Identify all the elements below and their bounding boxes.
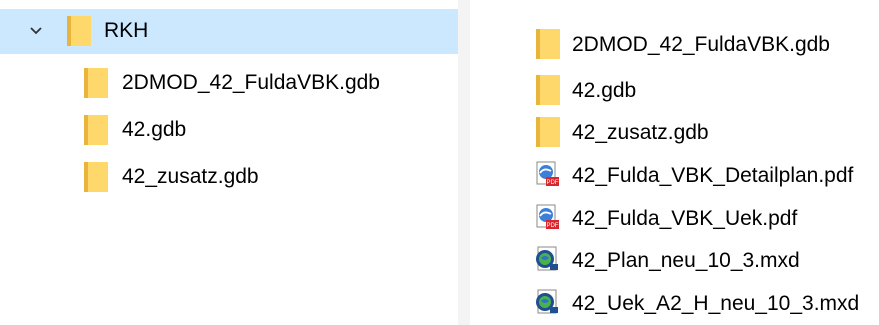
file-item-uek-mxd[interactable]: 42_Uek_A2_H_neu_10_3.mxd <box>470 285 879 320</box>
chevron-down-icon[interactable] <box>29 25 43 37</box>
folder-icon <box>84 115 108 145</box>
mxd-icon <box>536 289 558 314</box>
pane-divider[interactable] <box>458 0 470 325</box>
folder-icon <box>84 162 108 192</box>
file-item-2dmod-gdb[interactable]: 2DMOD_42_FuldaVBK.gdb <box>470 26 879 61</box>
file-item-detailplan-pdf[interactable]: PDF 42_Fulda_VBK_Detailplan.pdf <box>470 157 879 192</box>
file-name: 42_Plan_neu_10_3.mxd <box>572 249 800 272</box>
file-item-42-gdb[interactable]: 42.gdb <box>470 72 879 107</box>
tree-item-label: 2DMOD_42_FuldaVBK.gdb <box>122 71 380 94</box>
file-name: 2DMOD_42_FuldaVBK.gdb <box>572 33 830 56</box>
folder-icon <box>536 75 560 105</box>
tree-item-label: RKH <box>104 19 149 42</box>
folder-icon <box>84 68 108 98</box>
file-name: 42_Uek_A2_H_neu_10_3.mxd <box>572 292 860 315</box>
file-name: 42.gdb <box>572 79 637 102</box>
navigation-pane: RKH 2DMOD_42_FuldaVBK.gdb 42.gdb 42_zusa… <box>0 0 458 325</box>
file-name: 42_Fulda_VBK_Detailplan.pdf <box>572 164 854 187</box>
tree-item-2dmod[interactable]: 2DMOD_42_FuldaVBK.gdb <box>0 60 458 105</box>
file-item-42-zusatz-gdb[interactable]: 42_zusatz.gdb <box>470 114 879 149</box>
pdf-icon: PDF <box>536 204 559 229</box>
file-item-uek-pdf[interactable]: PDF 42_Fulda_VBK_Uek.pdf <box>470 200 879 235</box>
tree-item-label: 42.gdb <box>122 118 187 141</box>
file-name: 42_Fulda_VBK_Uek.pdf <box>572 207 798 230</box>
tree-item-label: 42_zusatz.gdb <box>122 165 259 188</box>
file-name: 42_zusatz.gdb <box>572 121 709 144</box>
svg-text:PDF: PDF <box>547 223 559 229</box>
folder-icon <box>67 16 91 46</box>
svg-text:PDF: PDF <box>547 180 559 186</box>
tree-item-rkh[interactable]: RKH <box>0 9 458 54</box>
folder-icon <box>536 117 560 147</box>
tree-item-42-zusatz[interactable]: 42_zusatz.gdb <box>0 154 458 199</box>
file-list: 2DMOD_42_FuldaVBK.gdb 42.gdb 42_zusatz.g… <box>470 0 879 325</box>
tree-item-42-gdb[interactable]: 42.gdb <box>0 107 458 152</box>
file-item-plan-mxd[interactable]: 42_Plan_neu_10_3.mxd <box>470 242 879 277</box>
pdf-icon: PDF <box>536 161 559 186</box>
mxd-icon <box>536 246 558 271</box>
folder-icon <box>536 29 560 59</box>
